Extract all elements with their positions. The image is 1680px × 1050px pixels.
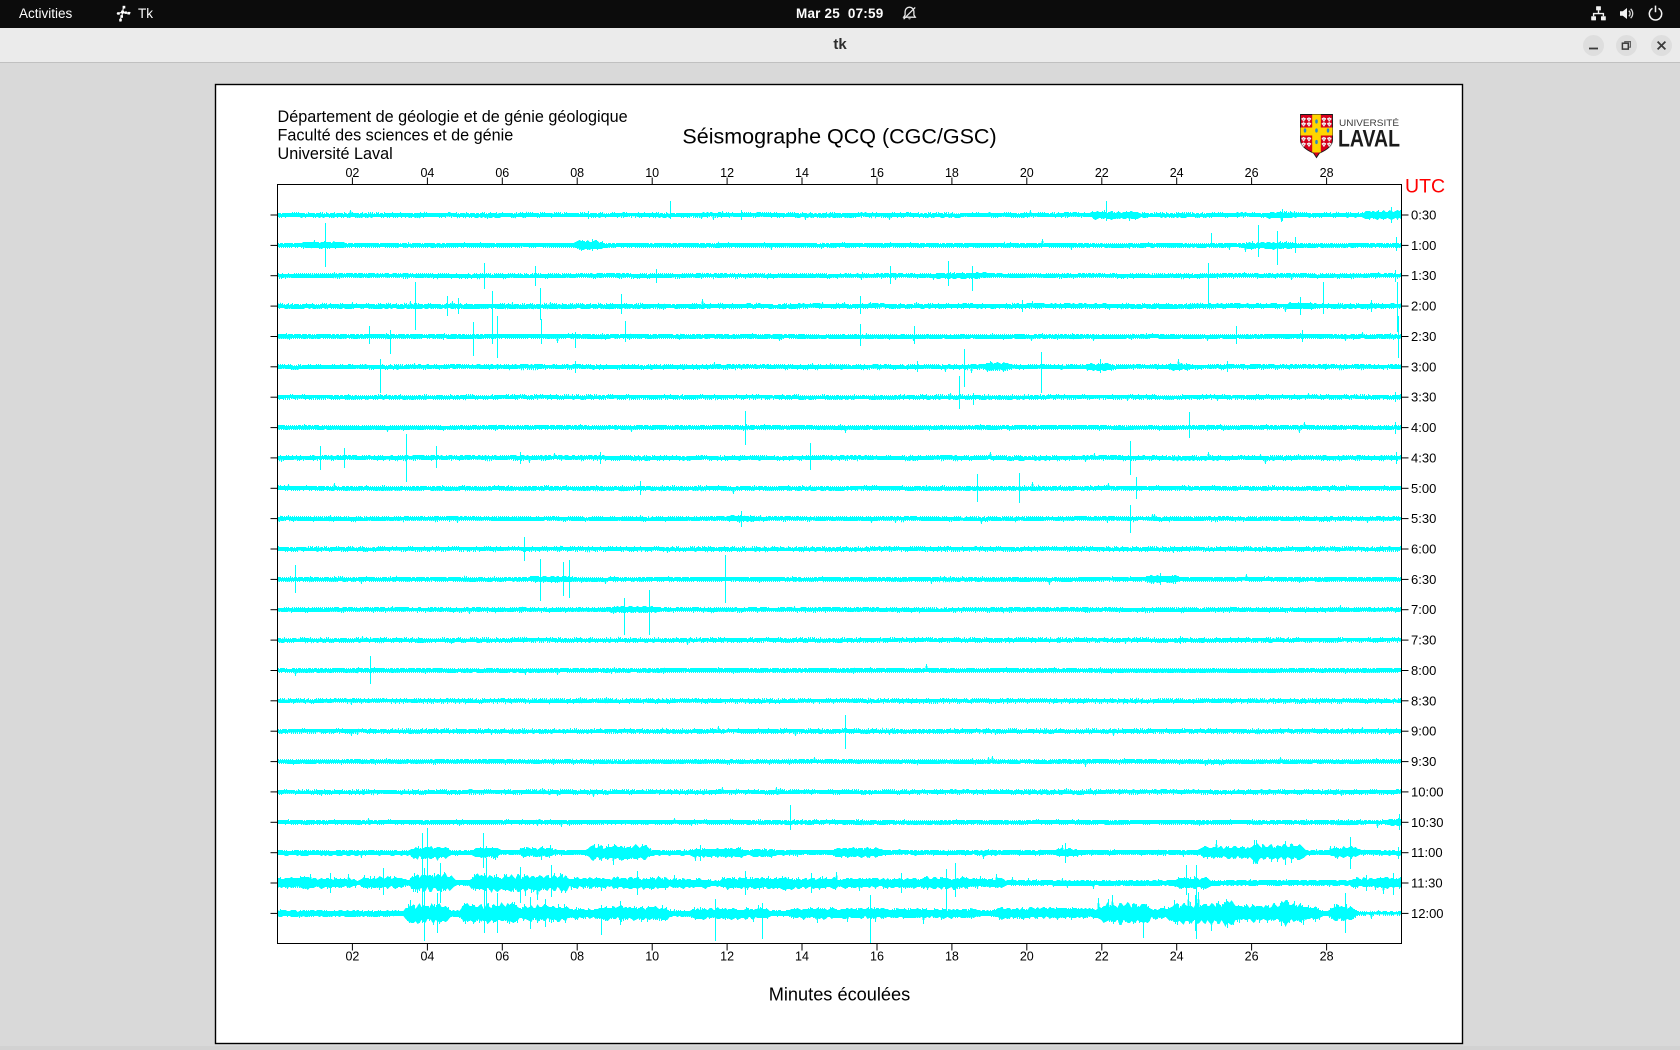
- svg-text:5:00: 5:00: [1411, 481, 1436, 496]
- svg-text:12: 12: [720, 950, 734, 964]
- svg-text:28: 28: [1320, 166, 1334, 180]
- svg-text:2:30: 2:30: [1411, 329, 1436, 344]
- svg-text:6:00: 6:00: [1411, 542, 1436, 557]
- svg-text:22: 22: [1095, 166, 1109, 180]
- svg-text:14: 14: [795, 166, 809, 180]
- svg-text:10:00: 10:00: [1411, 784, 1444, 799]
- svg-text:Minutes écoulées: Minutes écoulées: [769, 985, 911, 1005]
- svg-text:14: 14: [795, 950, 809, 964]
- svg-text:12:00: 12:00: [1411, 906, 1444, 921]
- svg-text:9:30: 9:30: [1411, 754, 1436, 769]
- svg-text:0:30: 0:30: [1411, 208, 1436, 223]
- svg-text:Séismographe QCQ (CGC/GSC): Séismographe QCQ (CGC/GSC): [682, 124, 996, 148]
- svg-text:LAVAL: LAVAL: [1338, 126, 1400, 153]
- svg-text:20: 20: [1020, 950, 1034, 964]
- svg-text:8:30: 8:30: [1411, 693, 1436, 708]
- svg-text:24: 24: [1170, 166, 1184, 180]
- svg-text:UTC: UTC: [1405, 176, 1445, 198]
- svg-text:9:00: 9:00: [1411, 724, 1436, 739]
- svg-text:28: 28: [1320, 950, 1334, 964]
- svg-text:4:30: 4:30: [1411, 450, 1436, 465]
- svg-text:06: 06: [495, 166, 509, 180]
- svg-text:24: 24: [1170, 950, 1184, 964]
- svg-text:08: 08: [570, 950, 584, 964]
- svg-text:Faculté des sciences et de gén: Faculté des sciences et de génie: [278, 126, 514, 144]
- svg-text:1:30: 1:30: [1411, 268, 1436, 283]
- svg-text:18: 18: [945, 166, 959, 180]
- svg-text:4:00: 4:00: [1411, 420, 1436, 435]
- svg-text:22: 22: [1095, 950, 1109, 964]
- svg-text:11:30: 11:30: [1411, 876, 1443, 891]
- svg-text:10:30: 10:30: [1411, 815, 1444, 830]
- svg-text:04: 04: [420, 950, 434, 964]
- svg-text:2:00: 2:00: [1411, 299, 1436, 314]
- svg-text:3:00: 3:00: [1411, 359, 1436, 374]
- svg-text:26: 26: [1245, 166, 1259, 180]
- svg-text:10: 10: [645, 950, 659, 964]
- svg-text:3:30: 3:30: [1411, 390, 1436, 405]
- svg-text:7:30: 7:30: [1411, 633, 1436, 648]
- svg-text:Université Laval: Université Laval: [278, 145, 393, 163]
- svg-text:8:00: 8:00: [1411, 663, 1436, 678]
- svg-text:06: 06: [495, 950, 509, 964]
- svg-text:1:00: 1:00: [1411, 238, 1436, 253]
- svg-text:26: 26: [1245, 950, 1259, 964]
- svg-text:10: 10: [645, 166, 659, 180]
- svg-text:20: 20: [1020, 166, 1034, 180]
- svg-text:6:30: 6:30: [1411, 572, 1436, 587]
- svg-text:02: 02: [345, 950, 359, 964]
- svg-text:Département de géologie et de: Département de géologie et de génie géol…: [278, 108, 628, 126]
- svg-text:18: 18: [945, 950, 959, 964]
- svg-text:16: 16: [870, 166, 884, 180]
- svg-text:12: 12: [720, 166, 734, 180]
- svg-text:08: 08: [570, 166, 584, 180]
- svg-text:5:30: 5:30: [1411, 511, 1436, 526]
- svg-text:11:00: 11:00: [1411, 845, 1443, 860]
- svg-text:7:00: 7:00: [1411, 602, 1436, 617]
- svg-text:16: 16: [870, 950, 884, 964]
- svg-text:02: 02: [345, 166, 359, 180]
- svg-text:04: 04: [420, 166, 434, 180]
